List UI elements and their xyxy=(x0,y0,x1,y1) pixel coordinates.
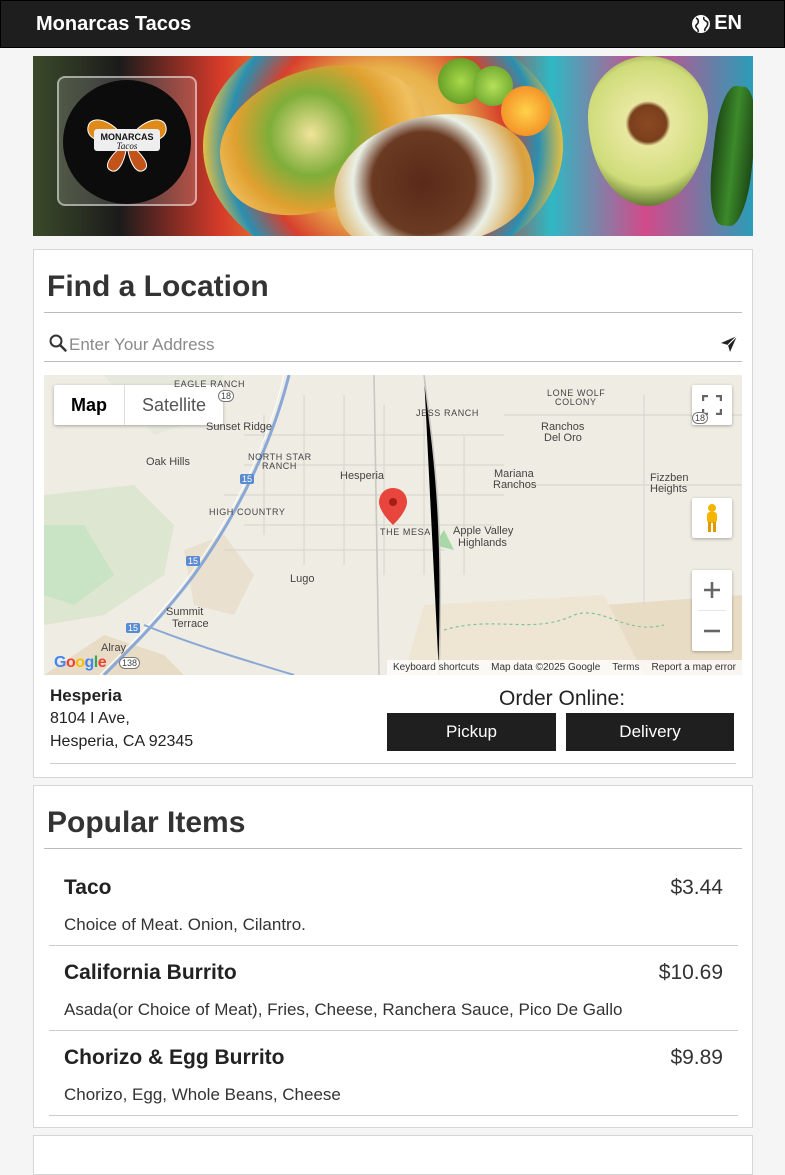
map-label: Alray xyxy=(101,642,127,654)
terms-link[interactable]: Terms xyxy=(612,662,639,673)
hero-banner: MONARCAS Tacos xyxy=(33,56,753,236)
zoom-in-button[interactable] xyxy=(692,570,732,610)
map-label: Hesperia xyxy=(340,470,385,482)
brand-name[interactable]: Monarcas Tacos xyxy=(36,13,191,36)
minus-icon xyxy=(704,629,720,633)
menu-item[interactable]: Taco $3.44 Choice of Meat. Onion, Cilant… xyxy=(49,861,738,946)
google-logo[interactable]: Google xyxy=(54,654,107,672)
plus-icon xyxy=(704,582,720,598)
divider xyxy=(44,848,742,849)
map-data-credit: Map data ©2025 Google xyxy=(491,662,601,673)
brand-logo[interactable]: MONARCAS Tacos xyxy=(63,80,191,204)
street-view-button[interactable] xyxy=(692,498,732,538)
globe-icon xyxy=(692,14,711,33)
location-address-line2: Hesperia, CA 92345 xyxy=(50,733,194,750)
address-input[interactable] xyxy=(69,332,689,358)
hero-avocado xyxy=(588,56,708,206)
menu-item[interactable]: Chorizo & Egg Burrito $9.89 Chorizo, Egg… xyxy=(49,1031,738,1116)
highway-shield: 15 xyxy=(126,623,141,633)
map-label: Oak Hills xyxy=(146,456,191,468)
locate-arrow-icon[interactable] xyxy=(720,335,738,353)
order-online-label: Order Online: xyxy=(499,687,626,710)
pegman-icon xyxy=(707,504,717,532)
menu-item-price: $10.69 xyxy=(658,961,723,984)
location-name: Hesperia xyxy=(50,686,122,705)
map-label: Sunset Ridge xyxy=(206,421,273,433)
map-label: THE MESA xyxy=(380,527,431,537)
location-address-line1: 8104 I Ave, xyxy=(50,710,130,727)
top-bar: Monarcas Tacos EN xyxy=(0,0,785,48)
highway-shield: 15 xyxy=(240,474,255,484)
hero-pepper xyxy=(501,86,551,136)
map-label: HIGH COUNTRY xyxy=(209,507,286,517)
google-logo-part: g xyxy=(84,654,95,671)
section-title: Find a Location xyxy=(47,270,269,303)
menu-item-price: $9.89 xyxy=(670,1046,723,1069)
search-icon xyxy=(49,334,67,352)
delivery-button[interactable]: Delivery xyxy=(566,713,734,751)
map-label: Del Oro xyxy=(544,432,582,444)
menu-item-name: California Burrito xyxy=(64,961,237,984)
logo-frame: MONARCAS Tacos xyxy=(57,76,197,206)
map-label: EAGLE RANCH xyxy=(174,379,246,389)
hero-jalapeno xyxy=(705,84,753,228)
popular-items-card: Popular Items Taco $3.44 Choice of Meat.… xyxy=(33,785,753,1128)
menu-item-name: Chorizo & Egg Burrito xyxy=(64,1046,285,1069)
map-label: RANCH xyxy=(262,461,298,471)
location-map[interactable]: Map Satellite EAGLE RANCH LONE WOLF COLO… xyxy=(44,375,742,675)
map-label: COLONY xyxy=(555,397,597,407)
map-type-map[interactable]: Map xyxy=(54,385,125,425)
language-selector[interactable]: EN xyxy=(691,12,742,35)
map-label: Ranchos xyxy=(493,479,537,491)
svg-text:Tacos: Tacos xyxy=(117,141,138,151)
zoom-control xyxy=(692,570,732,651)
map-label: Heights xyxy=(650,483,688,495)
report-map-error-link[interactable]: Report a map error xyxy=(652,662,736,673)
map-label: Summit xyxy=(166,606,204,618)
map-label: Lugo xyxy=(290,573,315,585)
google-logo-part: o xyxy=(75,654,85,671)
divider xyxy=(50,763,736,764)
divider xyxy=(44,312,742,313)
map-type-satellite[interactable]: Satellite xyxy=(125,385,223,425)
pickup-button[interactable]: Pickup xyxy=(387,713,556,751)
menu-item-description: Choice of Meat. Onion, Cilantro. xyxy=(64,915,306,934)
map-label: Apple Valley xyxy=(453,525,514,537)
map-type-toggle: Map Satellite xyxy=(54,385,224,425)
find-location-card: Find a Location Enter Your Address Map S… xyxy=(33,249,753,778)
butterfly-logo-icon: MONARCAS Tacos xyxy=(87,119,167,172)
section-title: Popular Items xyxy=(47,806,246,839)
language-code: EN xyxy=(714,12,742,34)
map-label: JESS RANCH xyxy=(416,408,480,418)
menu-item-description: Asada(or Choice of Meat), Fries, Cheese,… xyxy=(64,1000,623,1019)
google-logo-part: G xyxy=(54,654,66,671)
next-card xyxy=(33,1135,753,1175)
google-logo-part: o xyxy=(65,654,76,671)
zoom-out-button[interactable] xyxy=(692,611,732,651)
menu-item-price: $3.44 xyxy=(670,876,723,899)
highway-shield: 18 xyxy=(692,412,709,424)
address-search xyxy=(44,328,742,362)
menu-item[interactable]: California Burrito $10.69 Asada(or Choic… xyxy=(49,946,738,1031)
menu-item-description: Chorizo, Egg, Whole Beans, Cheese xyxy=(64,1085,341,1104)
map-label: Highlands xyxy=(458,537,507,549)
menu-item-name: Taco xyxy=(64,876,112,899)
highway-shield: 138 xyxy=(119,657,141,669)
google-logo-part: e xyxy=(97,654,107,671)
keyboard-shortcuts-link[interactable]: Keyboard shortcuts xyxy=(393,662,479,673)
map-label: Terrace xyxy=(172,618,209,630)
map-attribution: Keyboard shortcuts Map data ©2025 Google… xyxy=(386,660,742,675)
highway-shield: 15 xyxy=(186,556,201,566)
highway-shield: 18 xyxy=(218,390,235,402)
